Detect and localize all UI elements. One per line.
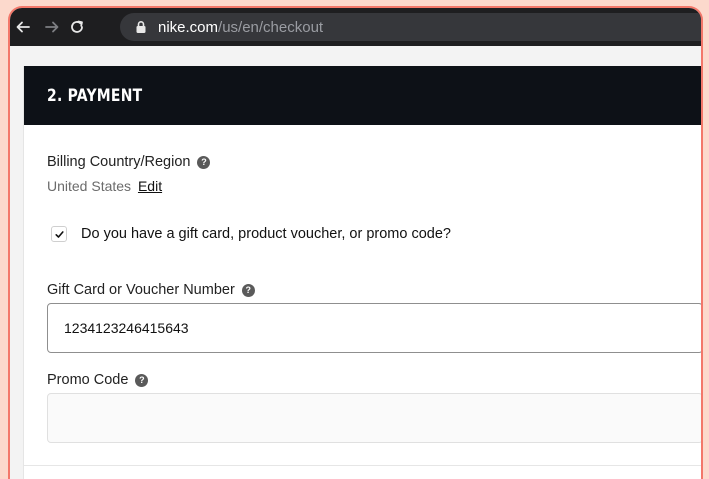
arrow-left-icon [16,21,30,33]
edit-billing-country-link[interactable]: Edit [138,178,162,194]
gift-card-label-row: Gift Card or Voucher Number ? [47,282,255,298]
reload-icon [71,20,83,33]
gift-card-question: Do you have a gift card, product voucher… [81,226,451,242]
gift-card-label: Gift Card or Voucher Number [47,282,235,298]
question-circle-icon[interactable]: ? [241,283,255,297]
browser-toolbar: nike.com/us/en/checkout [10,8,701,46]
billing-country-value: United States [47,178,132,194]
gift-card-checkbox-row[interactable]: Do you have a gift card, product voucher… [51,226,451,242]
gift-card-checkbox[interactable] [51,226,67,242]
forward-button[interactable] [41,8,63,46]
address-bar[interactable]: nike.com/us/en/checkout [120,13,701,41]
promo-code-label-row: Promo Code ? [47,372,149,388]
arrow-right-icon [45,21,59,33]
section-divider [24,465,701,466]
billing-country-label: Billing Country/Region [47,154,191,170]
question-circle-icon[interactable]: ? [135,373,149,387]
billing-country-row: United States Edit [47,178,162,194]
checkmark-icon [54,230,64,238]
promo-code-input[interactable] [47,393,701,443]
reload-button[interactable] [66,8,88,46]
url-path: /us/en/checkout [218,18,324,36]
billing-country-label-row: Billing Country/Region ? [47,154,211,170]
back-button[interactable] [12,8,34,46]
promo-code-label: Promo Code [47,372,129,388]
browser-window: nike.com/us/en/checkout 2. PAYMENT Billi… [8,6,703,479]
checkout-page: 2. PAYMENT Billing Country/Region ? Unit… [10,46,701,479]
url-host: nike.com [158,18,219,36]
payment-header: 2. PAYMENT [24,66,701,125]
payment-section: 2. PAYMENT Billing Country/Region ? Unit… [23,66,701,479]
question-circle-icon[interactable]: ? [197,155,211,169]
page-title: 2. PAYMENT [47,85,143,106]
gift-card-number-input[interactable] [47,303,701,353]
lock-icon [136,21,146,33]
